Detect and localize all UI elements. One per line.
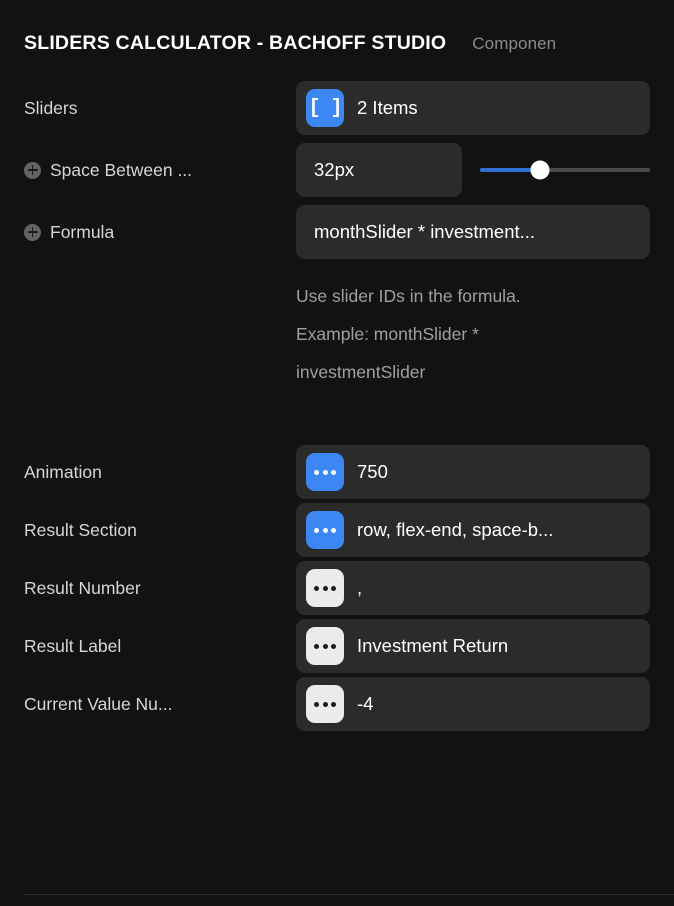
property-rows: Sliders [ ] 2 Items Space Between ... 32… [0, 77, 674, 733]
array-brackets-icon: [ ] [306, 89, 344, 127]
row-label-space-between: Space Between ... [24, 160, 296, 181]
current-value-number-value: -4 [357, 693, 374, 714]
row-result-section: Result Section row, flex-end, space-b... [0, 501, 674, 559]
row-result-number: Result Number , [0, 559, 674, 617]
formula-label: Formula [50, 221, 115, 242]
result-label-value: Investment Return [357, 635, 509, 656]
formula-helper-line-3: investmentSlider [296, 362, 426, 382]
properties-panel: SLIDERS CALCULATOR - BACHOFF STUDIO Comp… [0, 0, 674, 906]
space-between-input[interactable]: 32px [296, 143, 462, 197]
row-label-result-section: Result Section [24, 520, 296, 541]
row-label-formula: Formula [24, 222, 296, 243]
component-type-label: Componen [472, 34, 557, 53]
formula-value: monthSlider * investment... [314, 221, 536, 242]
sliders-value: 2 Items [357, 97, 418, 118]
row-label-result-label: Result Label [24, 636, 296, 657]
animation-label: Animation [24, 461, 102, 482]
row-label-sliders: Sliders [24, 98, 296, 119]
row-sliders: Sliders [ ] 2 Items [0, 77, 674, 139]
ellipsis-icon [306, 511, 344, 549]
row-label-result-number: Result Number [24, 578, 296, 599]
animation-value: 750 [357, 461, 388, 482]
result-number-value: , [357, 577, 363, 598]
plus-circle-icon[interactable] [24, 161, 41, 179]
animation-field[interactable]: 750 [296, 445, 650, 499]
ellipsis-icon [306, 685, 344, 723]
formula-helper-text: Use slider IDs in the formula. Example: … [296, 263, 596, 391]
ellipsis-icon [306, 627, 344, 665]
result-section-field[interactable]: row, flex-end, space-b... [296, 503, 650, 557]
space-between-value: 32px [314, 159, 355, 180]
result-number-field[interactable]: , [296, 561, 650, 615]
ellipsis-icon [306, 453, 344, 491]
result-label-field[interactable]: Investment Return [296, 619, 650, 673]
row-label-current-value-number: Current Value Nu... [24, 694, 296, 715]
ellipsis-icon [306, 569, 344, 607]
sliders-field[interactable]: [ ] 2 Items [296, 81, 650, 135]
row-current-value-number: Current Value Nu... -4 [0, 675, 674, 733]
row-result-label: Result Label Investment Return [0, 617, 674, 675]
result-label-label: Result Label [24, 635, 122, 656]
plus-circle-icon[interactable] [24, 223, 41, 241]
sliders-label: Sliders [24, 97, 78, 118]
row-animation: Animation 750 [0, 443, 674, 501]
formula-helper-line-1: Use slider IDs in the formula. [296, 286, 521, 306]
current-value-number-label: Current Value Nu... [24, 693, 173, 714]
page-title: SLIDERS CALCULATOR - BACHOFF STUDIO [24, 32, 447, 54]
row-formula: Formula monthSlider * investment... [0, 201, 674, 263]
space-between-slider-thumb[interactable] [530, 160, 549, 180]
section-divider [24, 894, 674, 895]
space-between-label: Space Between ... [50, 159, 193, 180]
result-section-value: row, flex-end, space-b... [357, 519, 554, 540]
result-section-label: Result Section [24, 519, 137, 540]
panel-header: SLIDERS CALCULATOR - BACHOFF STUDIO Comp… [0, 0, 674, 55]
row-space-between: Space Between ... 32px [0, 139, 674, 201]
row-label-animation: Animation [24, 462, 296, 483]
space-between-slider-wrap[interactable] [480, 143, 674, 197]
space-between-slider-track[interactable] [480, 160, 650, 180]
result-number-label: Result Number [24, 577, 141, 598]
formula-helper-line-2: Example: monthSlider * [296, 324, 479, 344]
current-value-number-field[interactable]: -4 [296, 677, 650, 731]
formula-input[interactable]: monthSlider * investment... [296, 205, 650, 259]
